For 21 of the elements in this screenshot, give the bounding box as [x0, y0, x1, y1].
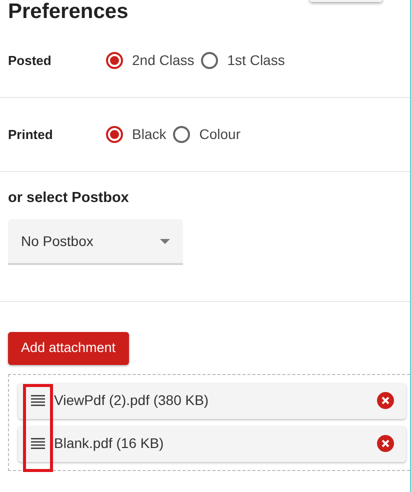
drag-handle-icon[interactable] [31, 438, 45, 450]
option-label: Posted [8, 52, 52, 70]
radio-label: 2nd Class [132, 51, 194, 70]
radio-button[interactable] [173, 126, 190, 143]
page-title: Preferences [7, 0, 130, 24]
radio-button[interactable] [106, 126, 123, 143]
radio-label: Black [132, 125, 166, 144]
option-label: Printed [8, 126, 54, 144]
file-name: ViewPdf (2).pdf (380 KB) [54, 391, 210, 410]
radio-label: Colour [199, 125, 240, 144]
caret-icon [160, 238, 170, 244]
section-heading: or select Postbox [7, 189, 130, 208]
file-name: Blank.pdf (16 KB) [54, 434, 165, 454]
drag-handle-icon[interactable] [31, 395, 45, 406]
radio-label: 1st Class [227, 51, 285, 70]
remove-icon[interactable] [377, 392, 394, 410]
radio-button[interactable] [201, 52, 218, 69]
add-attachment-button[interactable]: Add attachment [8, 332, 129, 365]
remove-icon[interactable] [377, 435, 394, 452]
radio-button[interactable] [106, 52, 123, 69]
postbox-select[interactable]: No Postbox [8, 219, 183, 266]
